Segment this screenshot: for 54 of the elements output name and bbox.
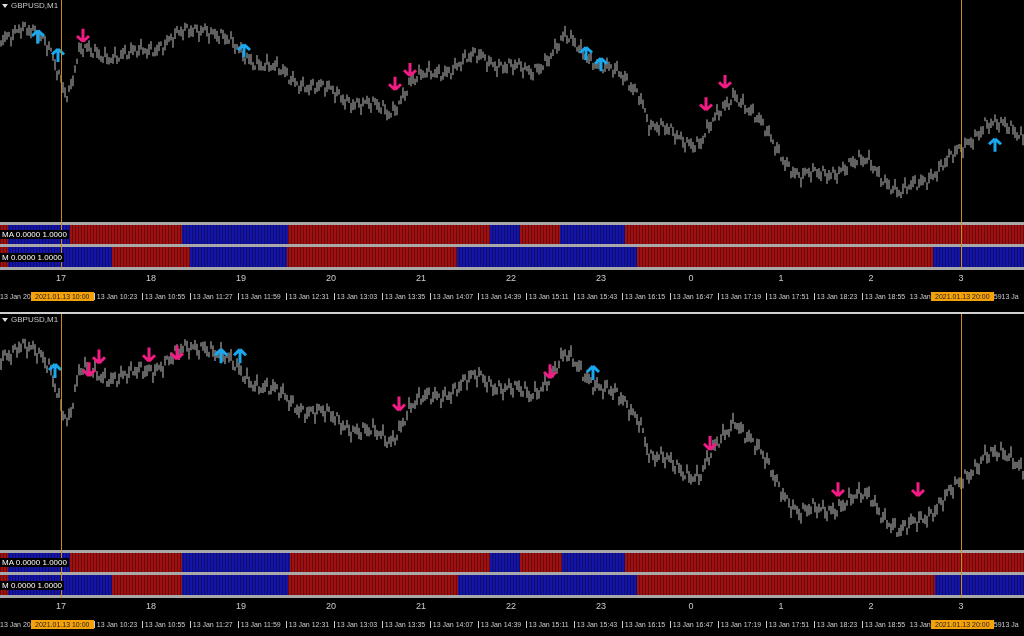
hour-label: 19 [236,273,246,283]
indicator-label: M 0.0000 1.0000 [0,252,65,262]
hour-label: 18 [146,273,156,283]
hour-label: 22 [506,273,516,283]
sell-arrow-icon [698,95,714,112]
sell-arrow-icon [402,61,418,78]
indicator-label: MA 0.0000 1.0000 [0,558,69,567]
hour-label: 21 [416,601,426,611]
sell-arrow-icon [141,345,157,363]
hour-label: 20 [326,601,336,611]
hour-label: 0 [688,273,694,283]
hour-label: 21 [416,273,426,283]
buy-arrow-icon [236,42,252,59]
sell-arrow-icon [387,75,403,92]
dropdown-icon[interactable] [2,317,8,322]
buy-arrow-icon [593,56,609,73]
sell-arrow-icon [75,27,91,44]
buy-arrow-icon [987,137,1003,154]
sell-arrow-icon [542,362,558,380]
buy-arrow-icon [585,364,601,382]
hour-label: 3 [958,601,964,611]
buy-arrow-icon [30,29,46,45]
buy-arrow-icon [232,347,248,365]
sell-arrow-icon [910,480,926,498]
sell-arrow-icon [391,395,407,412]
sell-arrow-icon [81,360,97,378]
buy-arrow-icon [578,45,594,62]
buy-arrow-icon [47,362,63,380]
hour-label: 17 [56,273,66,283]
buy-arrow-icon [50,47,66,64]
dropdown-icon[interactable] [2,3,8,8]
sell-arrow-icon [702,434,718,452]
hour-label: 2 [868,601,874,611]
hour-label: 1 [778,273,784,283]
sell-arrow-icon [169,344,185,361]
chart-title: GBPUSD,M1 [11,1,59,10]
hour-label: 3 [958,273,964,283]
indicator-label: MA 0.0000 1.0000 [0,230,69,239]
buy-arrow-icon [213,347,229,365]
sell-arrow-icon [830,480,846,498]
indicator-label: M 0.0000 1.0000 [0,580,65,590]
hour-label: 17 [56,601,66,611]
chart-title: GBPUSD,M1 [11,315,59,324]
hour-label: 2 [868,273,874,283]
hour-label: 23 [596,601,606,611]
hour-label: 0 [688,601,694,611]
hour-label: 20 [326,273,336,283]
hour-label: 23 [596,273,606,283]
hour-label: 19 [236,601,246,611]
sell-arrow-icon [717,73,733,90]
hour-label: 1 [778,601,784,611]
hour-label: 18 [146,601,156,611]
sell-arrow-icon [91,347,107,365]
hour-label: 22 [506,601,516,611]
